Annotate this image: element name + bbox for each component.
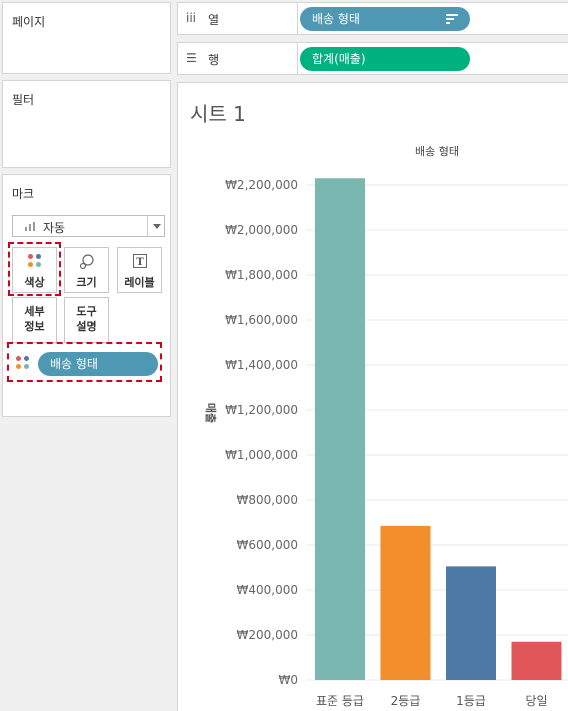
y-tick-label: ₩200,000 bbox=[237, 628, 299, 642]
y-tick-label: ₩0 bbox=[279, 673, 299, 687]
bar-chart: 배송 형태 ₩0 ₩200,000 ₩400,000 ₩600,000 ₩800,000… bbox=[204, 145, 568, 708]
tooltip-button[interactable]: 도구 설명 bbox=[64, 297, 109, 343]
columns-shelf[interactable]: iii 열 배송 형태 bbox=[177, 2, 568, 35]
chart-header: 배송 형태 bbox=[415, 145, 459, 158]
tooltip-label-line2: 설명 bbox=[76, 320, 97, 333]
color-pill-highlight bbox=[7, 342, 162, 382]
y-axis-label-group: 매출 bbox=[204, 403, 218, 423]
detail-button[interactable]: 세부 정보 bbox=[12, 297, 57, 343]
x-category-label: 2등급 bbox=[391, 694, 421, 708]
pages-title: 페이지 bbox=[12, 15, 46, 29]
y-tick-label: ₩1,600,000 bbox=[225, 313, 298, 327]
marks-title: 마크 bbox=[12, 187, 35, 201]
mark-type-dropdown[interactable]: 자동 bbox=[12, 215, 165, 237]
y-tick-label: ₩1,400,000 bbox=[225, 358, 298, 372]
y-tick-label: ₩800,000 bbox=[237, 493, 299, 507]
x-category-label: 표준 등급 bbox=[316, 694, 364, 708]
filters-card[interactable]: 필터 bbox=[2, 80, 171, 168]
bar[interactable] bbox=[511, 641, 562, 680]
chevron-down-icon[interactable] bbox=[147, 216, 164, 236]
svg-text:T: T bbox=[136, 257, 144, 268]
sort-descending-icon[interactable] bbox=[446, 14, 458, 24]
size-button[interactable]: 크기 bbox=[64, 247, 109, 293]
sheet-view: 시트 1 배송 형태 ₩0 ₩200,000 ₩400,000 ₩600,000 ₩80… bbox=[177, 82, 568, 711]
y-tick-label: ₩1,800,000 bbox=[225, 268, 298, 282]
y-axis-label: 매출 bbox=[204, 403, 218, 423]
x-category-label: 당일 bbox=[525, 694, 547, 708]
rows-shelf[interactable]: ☰ 행 합계(매출) bbox=[177, 42, 568, 75]
label-label: 레이블 bbox=[124, 276, 155, 289]
color-highlight bbox=[8, 242, 61, 296]
detail-label-line1: 세부 bbox=[24, 305, 45, 318]
size-label: 크기 bbox=[76, 276, 97, 289]
columns-label: 열 bbox=[208, 13, 220, 27]
bar[interactable] bbox=[446, 566, 496, 680]
rows-pill[interactable]: 합계(매출) bbox=[300, 47, 470, 71]
pages-card[interactable]: 페이지 bbox=[2, 2, 171, 74]
y-tick-label: ₩1,200,000 bbox=[225, 403, 298, 417]
y-tick-label: ₩600,000 bbox=[237, 538, 299, 552]
detail-label-line2: 정보 bbox=[24, 320, 45, 333]
y-tick-label: ₩2,200,000 bbox=[225, 178, 298, 192]
y-tick-label: ₩1,000,000 bbox=[225, 448, 298, 462]
bar[interactable] bbox=[315, 178, 365, 680]
bar[interactable] bbox=[380, 525, 431, 680]
columns-pill[interactable]: 배송 형태 bbox=[300, 7, 470, 31]
filters-title: 필터 bbox=[12, 93, 35, 107]
rows-pill-label: 합계(매출) bbox=[312, 52, 366, 66]
size-icon bbox=[65, 254, 108, 270]
x-category-label: 1등급 bbox=[456, 694, 486, 708]
y-tick-label: ₩2,000,000 bbox=[225, 223, 298, 237]
text-label-icon: T bbox=[118, 254, 161, 270]
columns-icon: iii bbox=[186, 11, 197, 25]
bar-chart-icon bbox=[25, 222, 36, 231]
columns-pill-label: 배송 형태 bbox=[312, 12, 360, 26]
tooltip-label-line1: 도구 bbox=[76, 305, 97, 318]
rows-label: 행 bbox=[208, 53, 220, 67]
mark-type-label: 자동 bbox=[43, 221, 66, 235]
label-button[interactable]: T 레이블 bbox=[117, 247, 162, 293]
y-tick-label: ₩400,000 bbox=[237, 583, 299, 597]
rows-icon: ☰ bbox=[186, 51, 197, 65]
